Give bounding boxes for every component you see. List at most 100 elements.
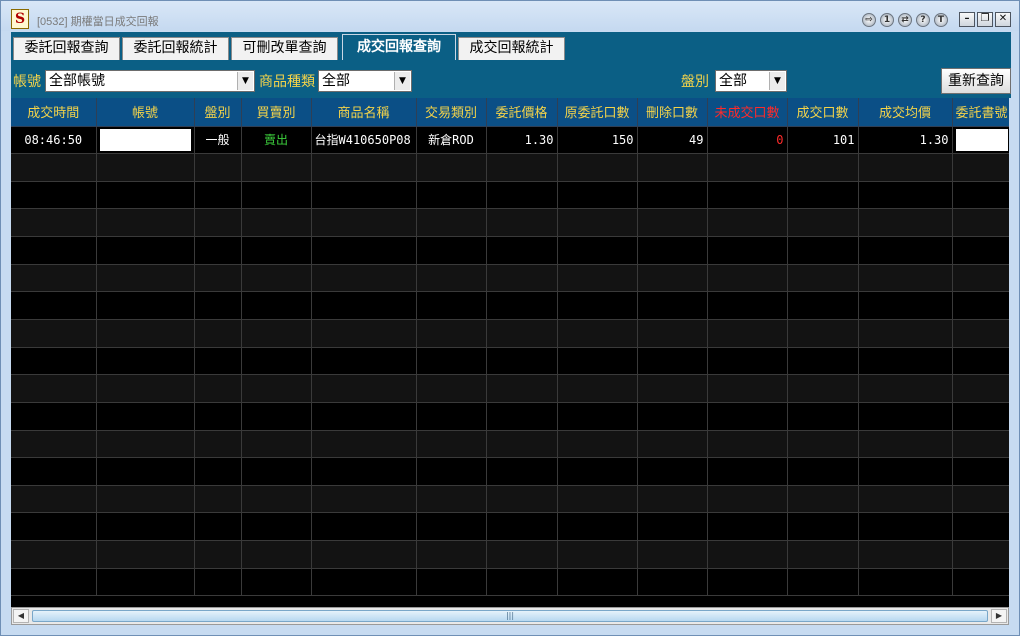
empty-table-row[interactable] [11,568,1009,597]
minimize-button[interactable]: – [959,12,975,27]
col-header-filled-qty[interactable]: 成交口數 [787,98,859,127]
empty-cell [416,457,487,486]
empty-cell [96,347,195,376]
empty-cell [194,291,242,320]
cell-session: 一般 [194,126,242,155]
empty-cell [557,485,638,514]
empty-cell [416,208,487,238]
col-header-trade-type[interactable]: 交易類別 [416,98,487,127]
empty-table-row[interactable] [11,485,1009,514]
col-header-account[interactable]: 帳號 [96,98,195,127]
scroll-left-icon[interactable]: ◀ [13,609,29,623]
chevron-down-icon[interactable]: ▼ [394,72,410,90]
empty-table-row[interactable] [11,374,1009,403]
empty-table-row[interactable] [11,181,1009,210]
maximize-button[interactable]: ❐ [977,12,993,27]
empty-cell [96,181,195,210]
empty-cell [241,540,312,569]
empty-cell [486,568,558,597]
empty-cell [11,540,97,569]
empty-cell [311,402,417,431]
empty-table-row[interactable] [11,208,1009,238]
empty-cell [311,430,417,459]
empty-cell [952,430,1009,459]
empty-cell [486,319,558,348]
tab-cancelable-orders[interactable]: 可刪改單查詢 [231,37,338,60]
tab-order-report-stats[interactable]: 委託回報統計 [122,37,229,60]
empty-table-row[interactable] [11,457,1009,486]
empty-cell [416,374,487,403]
empty-cell [557,512,638,542]
empty-cell [557,374,638,403]
empty-table-row[interactable] [11,430,1009,459]
pin-icon[interactable]: 1 [880,13,894,27]
empty-table-row[interactable] [11,264,1009,293]
empty-table-row[interactable] [11,512,1009,542]
empty-cell [241,512,312,542]
empty-cell [486,291,558,320]
empty-cell [486,208,558,238]
tab-fill-report-stats[interactable]: 成交回報統計 [458,37,565,60]
product-type-select[interactable]: 全部 ▼ [318,70,412,92]
app-window: S [0532] 期權當日成交回報 ⇨ 1 ⇄ ? T – ❐ ✕ 委託回報查詢… [0,0,1020,636]
scroll-right-icon[interactable]: ▶ [991,609,1007,623]
session-label: 盤別 [681,74,709,90]
empty-cell [194,236,242,265]
empty-cell [952,540,1009,569]
empty-cell [787,236,859,265]
chevron-down-icon[interactable]: ▼ [237,72,253,90]
col-header-order-price[interactable]: 委託價格 [486,98,558,127]
empty-table-row[interactable] [11,236,1009,265]
cell-unfilled-qty: 0 [707,126,788,155]
session-select[interactable]: 全部 ▼ [715,70,787,92]
col-header-cancel-qty[interactable]: 刪除口數 [637,98,708,127]
col-header-product[interactable]: 商品名稱 [311,98,417,127]
empty-cell [637,568,708,597]
empty-cell [11,374,97,403]
empty-cell [637,512,708,542]
col-header-unfilled-qty[interactable]: 未成交口數 [707,98,788,127]
account-select[interactable]: 全部帳號 ▼ [45,70,255,92]
empty-table-row[interactable] [11,540,1009,569]
empty-cell [787,319,859,348]
scrollbar-thumb[interactable]: ||| [32,610,988,622]
col-header-fill-time[interactable]: 成交時間 [11,98,97,127]
empty-cell [557,319,638,348]
empty-table-row[interactable] [11,319,1009,348]
title-bar[interactable]: S [0532] 期權當日成交回報 ⇨ 1 ⇄ ? T – ❐ ✕ [1,1,1019,31]
chevron-down-icon[interactable]: ▼ [769,72,785,90]
tab-fill-report-query[interactable]: 成交回報查詢 [342,34,456,60]
empty-cell [194,347,242,376]
table-row[interactable]: 08:46:50 一般 賣出 台指W410650P08 新倉ROD 1.30 1… [11,126,1009,155]
col-header-avg-price[interactable]: 成交均價 [858,98,953,127]
cell-order-price: 1.30 [486,126,558,155]
col-header-session[interactable]: 盤別 [194,98,242,127]
requery-button[interactable]: 重新查詢 [941,68,1011,94]
empty-cell [707,208,788,238]
col-header-orig-qty[interactable]: 原委託口數 [557,98,638,127]
empty-table-row[interactable] [11,291,1009,320]
fill-report-grid: 成交時間 帳號 盤別 買賣別 商品名稱 交易類別 委託價格 原委託口數 刪除口數… [11,98,1009,607]
empty-cell [11,402,97,431]
help-icon[interactable]: ? [916,13,930,27]
empty-cell [96,208,195,238]
empty-cell [311,485,417,514]
empty-table-row[interactable] [11,402,1009,431]
col-header-side[interactable]: 買賣別 [241,98,312,127]
close-button[interactable]: ✕ [995,12,1011,27]
empty-cell [707,291,788,320]
empty-cell [486,457,558,486]
empty-cell [787,153,859,182]
empty-cell [194,208,242,238]
empty-table-row[interactable] [11,347,1009,376]
col-header-order-no[interactable]: 委託書號 [952,98,1009,127]
empty-cell [11,291,97,320]
horizontal-scrollbar[interactable]: ◀ ||| ▶ [11,607,1009,625]
topmost-icon[interactable]: T [934,13,948,27]
empty-table-row[interactable] [11,153,1009,182]
empty-cell [11,153,97,182]
tab-order-report-query[interactable]: 委託回報查詢 [13,37,120,60]
empty-cell [311,374,417,403]
link-icon[interactable]: ⇨ [862,13,876,27]
swap-icon[interactable]: ⇄ [898,13,912,27]
